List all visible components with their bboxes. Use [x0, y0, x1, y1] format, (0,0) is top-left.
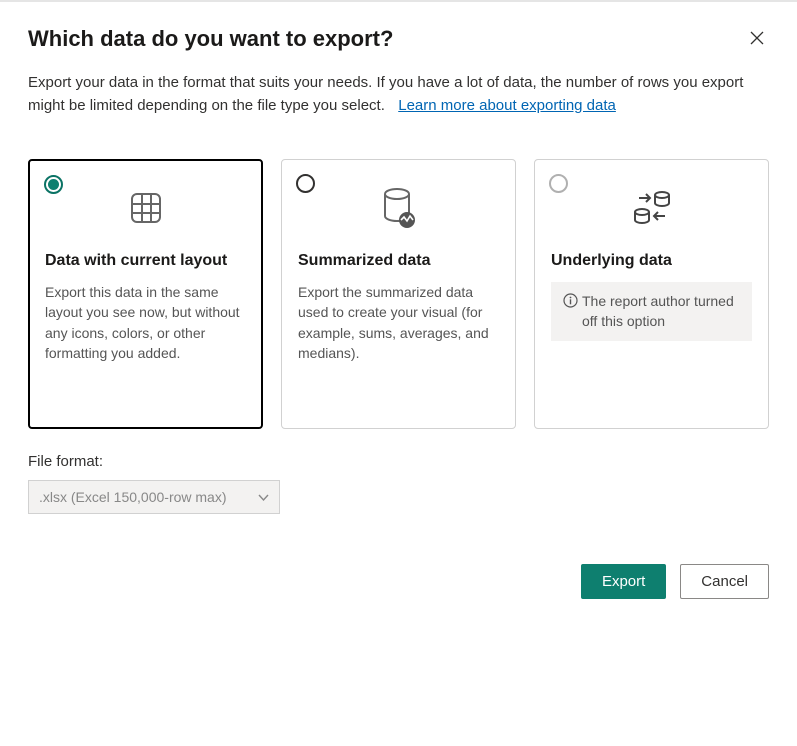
close-button[interactable] [745, 26, 769, 52]
database-summary-icon [298, 184, 499, 232]
dialog-description: Export your data in the format that suit… [28, 72, 769, 117]
database-transfer-icon [551, 184, 752, 232]
option-description: Export the summarized data used to creat… [298, 282, 499, 363]
file-format-select: .xlsx (Excel 150,000-row max) [28, 480, 280, 514]
radio-icon [296, 174, 315, 193]
export-options: Data with current layout Export this dat… [28, 159, 769, 429]
dialog-title: Which data do you want to export? [28, 26, 393, 52]
table-layout-icon [45, 184, 246, 232]
option-title: Underlying data [551, 252, 752, 270]
option-summarized-data[interactable]: Summarized data Export the summarized da… [281, 159, 516, 429]
option-description: Export this data in the same layout you … [45, 282, 246, 363]
file-format-value: .xlsx (Excel 150,000-row max) [39, 489, 227, 505]
chevron-down-icon [258, 492, 269, 503]
learn-more-link[interactable]: Learn more about exporting data [398, 97, 616, 114]
radio-disabled-icon [549, 174, 568, 193]
radio-selected-icon [44, 175, 63, 194]
option-title: Summarized data [298, 252, 499, 270]
info-icon [563, 293, 578, 308]
file-format-label: File format: [28, 453, 769, 470]
option-underlying-data: Underlying data The report author turned… [534, 159, 769, 429]
option-data-current-layout[interactable]: Data with current layout Export this dat… [28, 159, 263, 429]
option-disabled-message: The report author turned off this option [551, 282, 752, 341]
export-button[interactable]: Export [581, 564, 666, 599]
close-icon [749, 30, 765, 46]
export-dialog: Which data do you want to export? Export… [0, 2, 797, 623]
cancel-button[interactable]: Cancel [680, 564, 769, 599]
option-title: Data with current layout [45, 252, 246, 270]
dialog-footer: Export Cancel [28, 564, 769, 599]
